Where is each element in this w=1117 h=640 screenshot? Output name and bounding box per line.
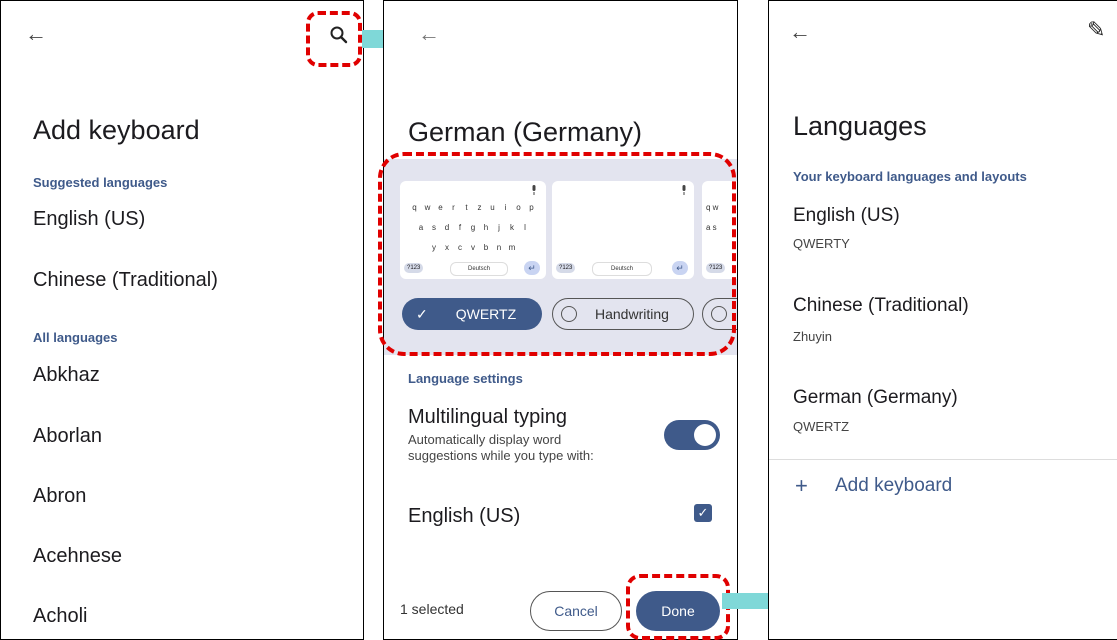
back-arrow-icon[interactable]: ←: [789, 19, 811, 45]
done-highlight: [626, 574, 730, 640]
add-keyboard-label: Add keyboard: [835, 475, 953, 496]
page-title: German (Germany): [408, 117, 643, 147]
language-entry-chinese-traditional[interactable]: Chinese (Traditional) Zhuyin: [769, 289, 1117, 353]
languages-screen: ← ✎ Languages Your keyboard languages an…: [768, 0, 1117, 640]
language-name: English (US): [793, 205, 900, 226]
language-layout: QWERTY: [793, 236, 850, 251]
plus-icon: +: [795, 473, 808, 498]
language-layout: Zhuyin: [793, 329, 833, 344]
language-settings-header: Language settings: [408, 371, 523, 386]
add-keyboard-screen: ← Add keyboard Suggested languages Engli…: [0, 0, 364, 640]
language-item-abkhaz[interactable]: Abkhaz: [33, 364, 100, 387]
suggested-languages-header: Suggested languages: [33, 175, 168, 190]
multilingual-typing-description: Automatically display word suggestions w…: [408, 432, 594, 463]
language-name: Chinese (Traditional): [793, 295, 969, 316]
language-entry-english-us[interactable]: English (US) QWERTY: [769, 199, 1117, 263]
multilingual-typing-title: Multilingual typing: [408, 406, 567, 428]
multilingual-toggle[interactable]: [664, 420, 720, 450]
back-arrow-icon[interactable]: ←: [25, 21, 47, 47]
page-title: Languages: [793, 111, 927, 141]
selected-count: 1 selected: [400, 601, 464, 617]
cancel-button[interactable]: Cancel: [530, 591, 622, 631]
language-item-abron[interactable]: Abron: [33, 485, 86, 508]
layout-preview-highlight: [378, 152, 736, 356]
search-highlight: [306, 11, 362, 67]
language-name: German (Germany): [793, 387, 958, 408]
add-keyboard-button[interactable]: + Add keyboard: [769, 471, 1117, 503]
language-item-chinese-traditional[interactable]: Chinese (Traditional): [33, 269, 218, 292]
language-item-english-us[interactable]: English (US): [33, 208, 145, 231]
edit-icon[interactable]: ✎: [1087, 17, 1105, 43]
language-item-acholi[interactable]: Acholi: [33, 605, 87, 628]
page-title: Add keyboard: [33, 115, 200, 145]
english-us-checkbox[interactable]: ✓: [694, 504, 712, 522]
extra-language-english-us[interactable]: English (US): [408, 505, 520, 528]
all-languages-header: All languages: [33, 330, 118, 345]
toggle-knob: [694, 424, 716, 446]
language-item-acehnese[interactable]: Acehnese: [33, 545, 122, 568]
language-item-aborlan[interactable]: Aborlan: [33, 425, 102, 448]
keyboard-languages-header: Your keyboard languages and layouts: [793, 169, 1027, 184]
language-entry-german-germany[interactable]: German (Germany) QWERTZ: [769, 381, 1117, 445]
language-layout: QWERTZ: [793, 419, 850, 434]
back-arrow-icon[interactable]: ←: [418, 21, 440, 47]
divider: [769, 459, 1117, 460]
